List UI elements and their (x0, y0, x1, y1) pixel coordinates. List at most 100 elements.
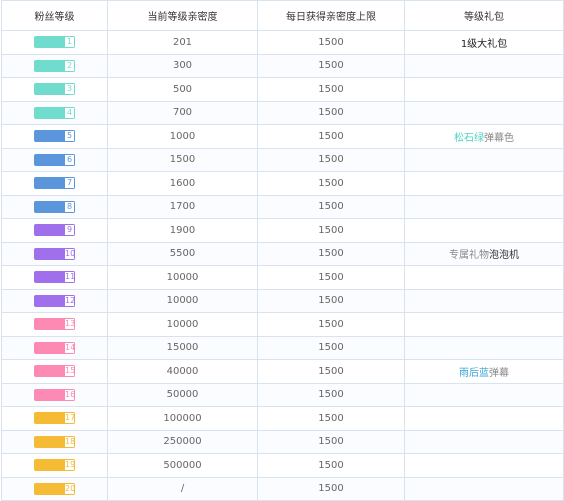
level-badge-bar (34, 318, 65, 331)
level-badge: 9 (34, 224, 75, 237)
level-badge: 4 (34, 106, 75, 119)
daily-cap-cell: 1500 (257, 382, 405, 407)
level-badge-bar (34, 83, 65, 96)
table-row: 20 / 1500 (1, 476, 564, 501)
table-row: 7 1600 1500 (1, 171, 564, 196)
gift-cell (404, 382, 564, 407)
gift-cell (404, 77, 564, 102)
daily-cap-cell: 1500 (257, 312, 405, 337)
table-row: 10 5500 1500 专属礼物泡泡机 (1, 241, 564, 266)
level-badge-number: 5 (65, 130, 75, 143)
gift-cell (404, 429, 564, 454)
intimacy-cell: 10000 (107, 288, 258, 313)
gift-cell (404, 453, 564, 478)
gift-cell (404, 265, 564, 290)
intimacy-cell: 250000 (107, 429, 258, 454)
level-badge: 17 (34, 412, 75, 425)
level-badge-number: 18 (65, 435, 75, 448)
level-badge-bar (34, 200, 65, 213)
level-cell: 1 (1, 30, 108, 55)
gift-cell (404, 288, 564, 313)
gift-level1-pack: 1级大礼包 (460, 38, 508, 50)
level-badge-number: 8 (65, 200, 75, 213)
daily-cap-cell: 1500 (257, 124, 405, 149)
daily-cap-cell: 1500 (257, 241, 405, 266)
daily-cap-cell: 1500 (257, 476, 405, 501)
table-row: 15 40000 1500 雨后蓝弹幕 (1, 359, 564, 384)
table-row: 19 500000 1500 (1, 453, 564, 478)
level-badge: 16 (34, 388, 75, 401)
level-badge-number: 20 (65, 482, 75, 495)
table-row: 4 700 1500 (1, 100, 564, 125)
table-row: 3 500 1500 (1, 77, 564, 102)
gift-cell (404, 476, 564, 501)
level-cell: 2 (1, 53, 108, 78)
intimacy-cell: 100000 (107, 406, 258, 431)
level-badge-number: 1 (65, 36, 75, 49)
level-badge: 5 (34, 130, 75, 143)
daily-cap-cell: 1500 (257, 100, 405, 125)
fan-level-table: 粉丝等级 当前等级亲密度 每日获得亲密度上限 等级礼包 1 201 1500 1… (1, 0, 564, 501)
table-row: 13 10000 1500 (1, 312, 564, 337)
level-cell: 18 (1, 429, 108, 454)
intimacy-cell: 1900 (107, 218, 258, 243)
daily-cap-cell: 1500 (257, 30, 405, 55)
level-badge-number: 13 (65, 318, 75, 331)
daily-cap-cell: 1500 (257, 453, 405, 478)
level-badge-bar (34, 459, 65, 472)
level-badge: 13 (34, 318, 75, 331)
level-cell: 13 (1, 312, 108, 337)
level-cell: 14 (1, 335, 108, 360)
level-badge: 19 (34, 459, 75, 472)
daily-cap-cell: 1500 (257, 429, 405, 454)
intimacy-cell: 50000 (107, 382, 258, 407)
table-row: 18 250000 1500 (1, 429, 564, 454)
daily-cap-cell: 1500 (257, 265, 405, 290)
level-cell: 9 (1, 218, 108, 243)
level-cell: 3 (1, 77, 108, 102)
intimacy-cell: 1700 (107, 194, 258, 219)
table-row: 14 15000 1500 (1, 335, 564, 360)
gift-cell (404, 194, 564, 219)
intimacy-cell: 10000 (107, 312, 258, 337)
header-level-gift: 等级礼包 (404, 0, 564, 31)
daily-cap-cell: 1500 (257, 171, 405, 196)
level-badge-bar (34, 482, 65, 495)
daily-cap-cell: 1500 (257, 194, 405, 219)
level-cell: 6 (1, 147, 108, 172)
daily-cap-cell: 1500 (257, 335, 405, 360)
header-current-intimacy: 当前等级亲密度 (107, 0, 258, 31)
level-badge: 1 (34, 36, 75, 49)
table-body: 1 201 1500 1级大礼包 2 300 1500 3 500 1500 4… (1, 30, 564, 501)
level-cell: 10 (1, 241, 108, 266)
level-badge: 2 (34, 59, 75, 72)
table-row: 9 1900 1500 (1, 218, 564, 243)
gift-cell (404, 335, 564, 360)
gift-cell (404, 406, 564, 431)
level-cell: 15 (1, 359, 108, 384)
level-badge-number: 12 (65, 294, 75, 307)
level-badge-bar (34, 271, 65, 284)
intimacy-cell: 300 (107, 53, 258, 78)
gift-cell: 松石绿弹幕色 (404, 124, 564, 149)
level-badge: 12 (34, 294, 75, 307)
level-badge: 18 (34, 435, 75, 448)
gift-exclusive-label: 专属礼物 (449, 250, 489, 262)
gift-cell: 专属礼物泡泡机 (404, 241, 564, 266)
daily-cap-cell: 1500 (257, 288, 405, 313)
gift-cell (404, 171, 564, 196)
level-badge-number: 10 (65, 247, 75, 260)
table-row: 16 50000 1500 (1, 382, 564, 407)
header-fan-level: 粉丝等级 (1, 0, 108, 31)
daily-cap-cell: 1500 (257, 147, 405, 172)
intimacy-cell: 1500 (107, 147, 258, 172)
level-badge-bar (34, 365, 65, 378)
level-cell: 17 (1, 406, 108, 431)
level-badge-bar (34, 36, 65, 49)
level-badge: 6 (34, 153, 75, 166)
level-badge-bar (34, 341, 65, 354)
level-badge-bar (34, 224, 65, 237)
level-cell: 11 (1, 265, 108, 290)
level-badge-bar (34, 106, 65, 119)
level-badge: 10 (34, 247, 75, 260)
